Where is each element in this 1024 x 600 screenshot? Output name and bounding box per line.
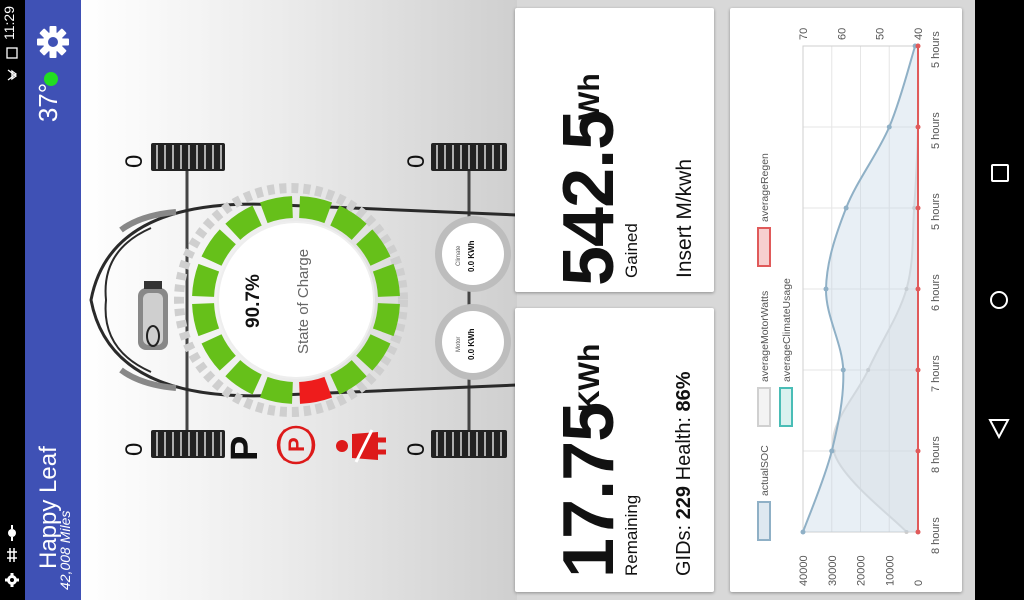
legend-label: averageRegen: [759, 153, 771, 222]
remaining-unit: KWh: [573, 343, 606, 412]
right-axis-tick: 40: [913, 28, 925, 40]
climate-value: 0.0 KWh: [467, 240, 476, 272]
soc-segment: [259, 376, 293, 404]
remaining-label: Remaining: [622, 494, 641, 576]
average-regen-point: [915, 286, 921, 292]
actual-soc-point: [886, 124, 892, 130]
motor-value: 0.0 KWh: [467, 328, 476, 360]
soc-segment: [192, 263, 220, 297]
average-regen-point: [915, 529, 921, 535]
remaining-value: 17.75: [549, 402, 629, 578]
energy-gained-card: 542.5 Wh Gained Insert M/kwh: [515, 8, 714, 292]
tire-rear-right-value: 0: [403, 442, 430, 456]
legend-swatch[interactable]: [757, 501, 771, 541]
history-chart[interactable]: 40000 30000 20000 10000 0 70 60 50 40 8 hours 8 ho…: [730, 8, 962, 592]
soc-segment: [299, 196, 333, 224]
home-button[interactable]: [990, 291, 1008, 309]
sim-status-icon: [6, 47, 18, 59]
gauge-panel: P 90.7% State of Charge Climate 0.0 KWh …: [81, 0, 517, 600]
soc-segment: [372, 303, 400, 337]
actual-soc-point: [823, 286, 829, 292]
right-axis-tick: 60: [836, 28, 848, 40]
gained-label: Gained: [622, 223, 641, 278]
history-chart-card: 40000 30000 20000 10000 0 70 60 50 40 8 hours 8 ho…: [730, 8, 962, 592]
charge-port-icon: [138, 281, 168, 350]
left-axis-tick: 20000: [856, 555, 868, 586]
motor-label: Motor: [456, 336, 462, 352]
legend-swatch[interactable]: [757, 227, 771, 267]
status-icons: [5, 47, 19, 587]
x-axis-tick: 7 hours: [930, 355, 942, 392]
bluetooth-status-icon: [7, 69, 18, 81]
soc-segment: [372, 263, 400, 297]
legend-label: averageClimateUsage: [781, 278, 793, 382]
soc-segment: [192, 303, 220, 337]
energy-remaining-card: 17.75 KWh Remaining GIDs: 229 Health: 86…: [515, 308, 714, 592]
actual-soc-point: [843, 205, 849, 211]
health-label: Health:: [673, 417, 695, 481]
parking-brake-letter: P: [284, 437, 309, 452]
status-dot: [44, 72, 58, 86]
average-regen-point: [915, 367, 921, 373]
hash-status-icon: [7, 548, 17, 562]
right-axis-tick: 50: [875, 28, 887, 40]
gained-value: 542.5: [549, 110, 629, 286]
settings-status-icon: [5, 573, 19, 587]
left-axis-tick: 30000: [827, 555, 839, 586]
actual-soc-point: [829, 448, 835, 454]
x-axis-tick: 5 hours: [930, 112, 942, 149]
legend-label: averageMotorWatts: [759, 291, 771, 382]
left-axis-tick: 0: [913, 580, 925, 586]
left-axis-tick: 40000: [798, 555, 810, 586]
gids-health-line: GIDs: 229 Health: 86%: [673, 371, 696, 576]
gids-value: 229: [673, 485, 695, 520]
right-axis-tick: 70: [798, 28, 810, 40]
x-axis-tick: 8 hours: [930, 517, 942, 554]
efficiency-text: Insert M/kwh: [673, 158, 696, 278]
soc-percent: 90.7%: [243, 274, 264, 328]
x-axis-tick: 5 hours: [930, 31, 942, 68]
legend-label: actualSOC: [759, 445, 771, 496]
tire-front-right-value: 0: [403, 154, 430, 168]
navigation-bar: [975, 0, 1024, 600]
gained-unit: Wh: [573, 73, 606, 120]
plug-status-icon: [8, 525, 16, 541]
temperature: 37°: [33, 82, 64, 123]
back-button-icon[interactable]: [987, 416, 1011, 440]
status-bar: 11:29: [0, 0, 25, 600]
actual-soc-point: [800, 529, 806, 535]
soc-segment: [299, 376, 333, 404]
actual-soc-point: [840, 367, 846, 373]
climate-label: Climate: [456, 245, 462, 266]
average-regen-point: [915, 43, 921, 49]
left-axis-tick: 10000: [884, 555, 896, 586]
gear-indicator: P: [224, 435, 266, 461]
soc-segment: [259, 196, 293, 224]
average-regen-point: [915, 205, 921, 211]
settings-gear-icon[interactable]: [33, 22, 73, 62]
odometer: 42,008 Miles: [57, 510, 73, 590]
x-axis-tick: 6 hours: [930, 274, 942, 311]
soc-label: State of Charge: [295, 248, 312, 354]
gids-label: GIDs:: [673, 524, 695, 576]
average-regen-point: [915, 448, 921, 454]
x-axis-tick: 5 hours: [930, 193, 942, 230]
app-bar: Happy Leaf 42,008 Miles 37°: [25, 0, 81, 600]
seatbelt-warning-icon: [336, 429, 386, 463]
legend-swatch[interactable]: [779, 387, 793, 427]
health-value: 86%: [673, 371, 695, 412]
legend-swatch[interactable]: [757, 387, 771, 427]
average-regen-point: [915, 124, 921, 130]
x-axis-tick: 8 hours: [930, 436, 942, 473]
tire-front-left-value: 0: [121, 154, 148, 168]
recents-button[interactable]: [991, 164, 1009, 182]
status-time: 11:29: [1, 6, 17, 40]
tire-rear-left-value: 0: [121, 442, 148, 456]
